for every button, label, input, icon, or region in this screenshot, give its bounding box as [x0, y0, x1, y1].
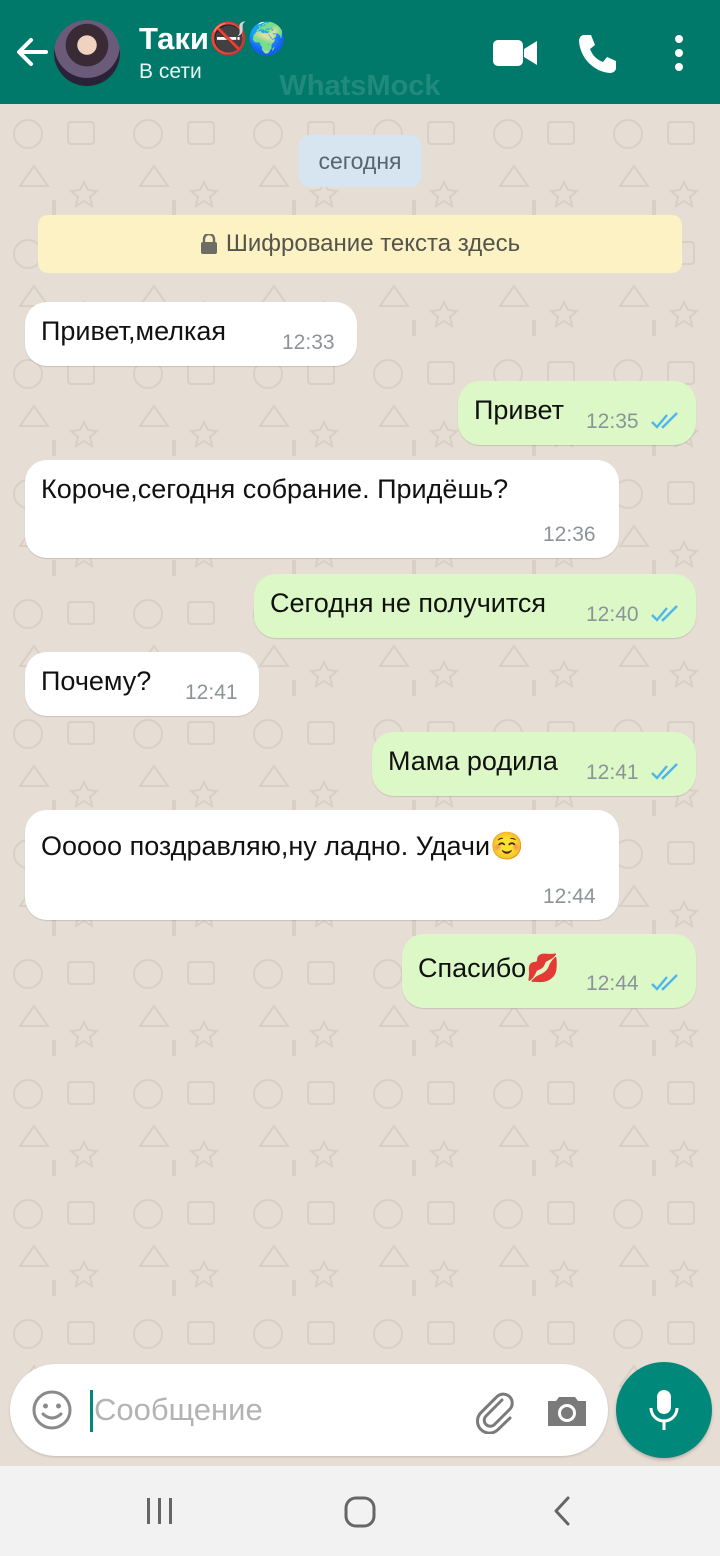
contact-name[interactable]: Таки🚭🌍 [139, 20, 286, 57]
chat-header: Таки🚭🌍 В сети WhatsMock [0, 0, 720, 104]
recent-apps-icon[interactable] [138, 1490, 182, 1534]
home-icon[interactable] [338, 1490, 382, 1534]
paperclip-icon[interactable] [472, 1388, 518, 1434]
message-bubble-outgoing[interactable]: Сегодня не получится 12:40 [254, 574, 696, 638]
more-options-icon[interactable] [656, 30, 702, 76]
encryption-notice-text: Шифрование текста здесь [225, 230, 521, 257]
message-input[interactable] [94, 1382, 464, 1438]
message-text: Спасибо💋 [418, 953, 560, 983]
message-bubble-outgoing[interactable]: Привет 12:35 [458, 381, 696, 445]
message-bubble-incoming[interactable]: Ооооо поздравляю,ну ладно. Удачи☺️ 12:44 [25, 810, 619, 920]
message-time: 12:40 [586, 603, 639, 626]
message-time: 12:44 [543, 885, 596, 908]
message-time: 12:44 [586, 972, 639, 995]
message-bubble-outgoing[interactable]: Мама родила 12:41 [372, 732, 696, 796]
message-bubble-outgoing[interactable]: Спасибо💋 12:44 [402, 934, 696, 1008]
lock-icon [200, 234, 217, 254]
message-text: Короче,сегодня собрание. Придёшь? [41, 474, 509, 504]
chat-area[interactable]: сегодня Шифрование текста здесь Привет,м… [0, 104, 720, 1438]
message-time: 12:35 [586, 410, 639, 433]
double-check-icon [651, 605, 678, 622]
back-icon[interactable] [540, 1490, 584, 1534]
video-call-icon[interactable] [492, 30, 538, 76]
message-text: Привет [474, 395, 565, 425]
message-time: 12:36 [543, 523, 596, 546]
message-time: 12:41 [586, 761, 639, 784]
double-check-icon [651, 974, 678, 991]
message-text: Привет,мелкая [41, 316, 227, 346]
message-bubble-incoming[interactable]: Короче,сегодня собрание. Придёшь? 12:36 [25, 460, 619, 558]
back-arrow-icon[interactable] [12, 32, 52, 72]
voice-message-button[interactable] [616, 1362, 712, 1458]
message-text: Ооооо поздравляю,ну ладно. Удачи☺️ [41, 831, 524, 861]
message-text: Сегодня не получится [270, 588, 547, 618]
encryption-notice[interactable]: Шифрование текста здесь [38, 215, 682, 273]
message-text: Мама родила [388, 746, 558, 776]
message-text: Почему? [41, 666, 152, 696]
emoji-icon[interactable] [30, 1388, 74, 1432]
camera-icon[interactable] [544, 1388, 590, 1434]
text-caret [90, 1390, 93, 1432]
phone-icon[interactable] [574, 30, 620, 76]
message-time: 12:41 [185, 681, 238, 704]
double-check-icon [651, 412, 678, 429]
double-check-icon [651, 763, 678, 780]
message-time: 12:33 [282, 331, 335, 354]
system-navigation-bar [0, 1466, 720, 1556]
date-divider: сегодня [298, 135, 422, 187]
message-bubble-incoming[interactable]: Почему? 12:41 [25, 652, 259, 716]
message-bubble-incoming[interactable]: Привет,мелкая 12:33 [25, 302, 357, 366]
message-composer [10, 1364, 608, 1456]
microphone-icon [649, 1390, 679, 1430]
